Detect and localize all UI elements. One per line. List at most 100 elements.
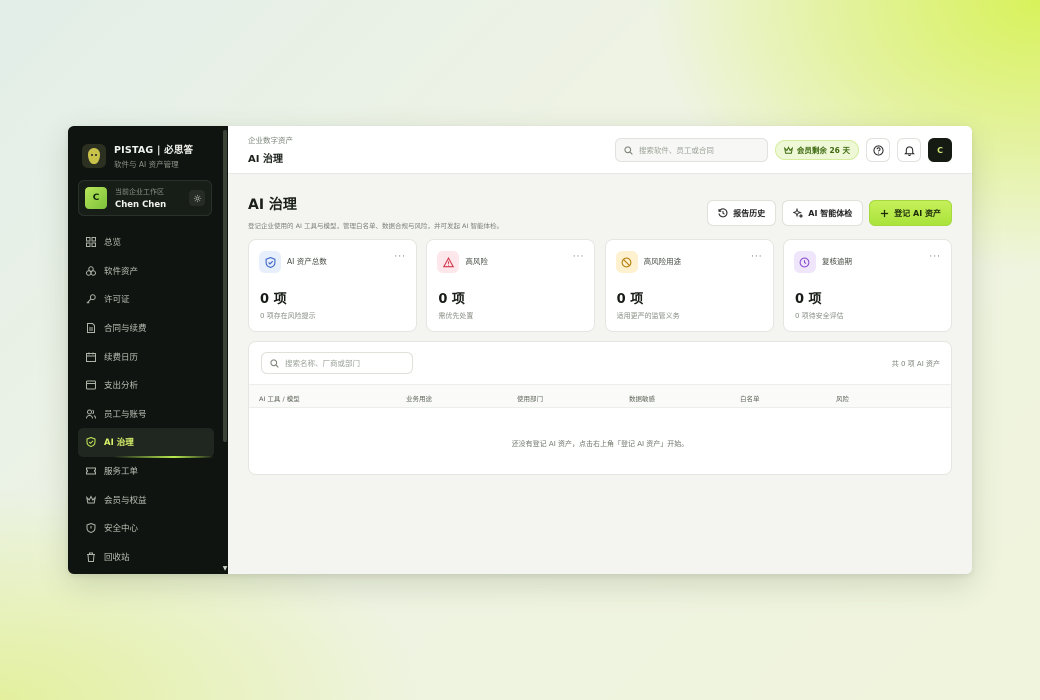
stat-card-value: 0 项	[794, 292, 822, 307]
page-actions: 报告历史 AI 智能体检 登记 AI 资产	[701, 200, 952, 226]
stat-card-label: 高风险用途	[643, 257, 682, 266]
stat-card-sub: 0 项待安全评估	[794, 312, 844, 320]
header-title: AI 治理	[248, 153, 283, 165]
ticket-icon	[86, 466, 96, 476]
global-search-input[interactable]: 搜索软件、员工或合同	[614, 138, 768, 162]
column-header-department[interactable]: 使用部门	[517, 393, 543, 403]
plus-icon	[880, 209, 889, 218]
stat-card-value: 0 项	[260, 292, 287, 307]
column-header-whitelist[interactable]: 白名单	[740, 393, 760, 403]
stat-card-label: 复核逾期	[821, 257, 852, 266]
sidebar-item-label: 许可证	[104, 295, 130, 306]
page-title: AI 治理	[248, 197, 297, 213]
sidebar-item-label: 支出分析	[104, 381, 139, 392]
sidebar-item-contracts[interactable]: 合同与续费	[68, 314, 228, 343]
ai-check-label: AI 智能体检	[808, 208, 853, 218]
sidebar-item-membership[interactable]: 会员与权益	[68, 485, 228, 514]
document-icon	[86, 323, 96, 334]
stat-card-sub: 0 项存在风险提示	[260, 312, 316, 320]
stat-card-value: 0 项	[616, 292, 644, 307]
key-icon	[86, 294, 96, 305]
sidebar-item-spend[interactable]: 支出分析	[68, 371, 228, 400]
sidebar-item-calendar[interactable]: 续费日历	[68, 342, 228, 371]
grid-icon	[86, 237, 96, 248]
sidebar-item-label: 员工与账号	[104, 409, 147, 420]
sidebar-item-trash[interactable]: 回收站	[68, 543, 228, 572]
table-count: 共 0 项 AI 资产	[891, 360, 940, 368]
help-button[interactable]	[866, 138, 890, 162]
sidebar-item-label: 软件资产	[104, 266, 139, 277]
stat-card-label: 高风险	[465, 257, 488, 266]
search-icon	[624, 145, 633, 155]
sidebar: PISTAG | 必思答 软件与 AI 资产管理 C 当前企业工作区 Chen …	[68, 126, 228, 574]
sidebar-item-licenses[interactable]: 许可证	[68, 285, 228, 314]
crown-icon	[86, 495, 96, 505]
sidebar-item-tickets[interactable]: 服务工单	[68, 457, 228, 486]
more-dots-icon[interactable]: ···	[929, 252, 941, 262]
stat-card-high-risk[interactable]: 高风险 ··· 0 项 需优先处置	[426, 239, 596, 332]
trash-icon	[86, 552, 96, 562]
ban-icon	[615, 251, 638, 273]
more-dots-icon[interactable]: ···	[573, 252, 585, 262]
stat-cards: AI 资产总数 ··· 0 项 0 项存在风险提示 高风险 ··· 0 项 需优…	[248, 239, 952, 332]
column-header-risk[interactable]: 风险	[836, 393, 849, 403]
sidebar-item-label: 回收站	[104, 552, 130, 563]
stat-card-total[interactable]: AI 资产总数 ··· 0 项 0 项存在风险提示	[248, 239, 417, 332]
page-description: 登记企业使用的 AI 工具与模型，管理白名单、数据合规与风险，并可发起 AI 智…	[248, 222, 503, 230]
brand-subtitle: 软件与 AI 资产管理	[114, 160, 179, 169]
shield-icon	[86, 523, 96, 534]
sidebar-item-overview[interactable]: 总览	[68, 228, 228, 257]
report-history-label: 报告历史	[733, 208, 766, 218]
sidebar-item-security[interactable]: 安全中心	[68, 514, 228, 543]
table-search-input[interactable]: 搜索名称、厂商或部门	[261, 352, 413, 374]
calendar-icon	[86, 352, 96, 362]
help-circle-icon	[872, 144, 884, 156]
search-icon	[270, 358, 279, 368]
more-dots-icon[interactable]: ···	[394, 252, 406, 262]
sidebar-item-ai-governance[interactable]: AI 治理	[78, 428, 214, 458]
workspace-switcher[interactable]: C 当前企业工作区 Chen Chen	[78, 180, 212, 216]
register-ai-asset-button[interactable]: 登记 AI 资产	[869, 200, 952, 226]
sidebar-nav: 总览 软件资产 许可证 合同与续费 续费日历 支出分析 员工与账号 AI 治理 …	[68, 228, 228, 571]
sidebar-item-label: 会员与权益	[104, 495, 147, 506]
user-avatar-button[interactable]: C	[928, 138, 952, 162]
cubes-icon	[86, 266, 96, 276]
membership-days: 会员剩余 26 天	[796, 145, 850, 155]
register-ai-asset-label: 登记 AI 资产	[894, 208, 941, 218]
table-header: AI 工具 / 模型 业务用途 使用部门 数据敏感 白名单 风险	[249, 384, 951, 408]
more-dots-icon[interactable]: ···	[751, 252, 763, 262]
membership-badge[interactable]: 会员剩余 26 天	[774, 140, 859, 160]
global-search-placeholder: 搜索软件、员工或合同	[638, 145, 714, 155]
workspace-avatar: C	[85, 187, 107, 209]
warning-icon	[437, 251, 460, 273]
sidebar-item-label: 服务工单	[104, 467, 139, 478]
history-icon	[718, 208, 728, 218]
shield-check-icon	[86, 437, 96, 448]
settings-gear-icon[interactable]	[189, 190, 205, 206]
topbar: 企业数字资产 AI 治理 搜索软件、员工或合同 会员剩余 26 天 C	[228, 126, 972, 174]
breadcrumb[interactable]: 企业数字资产	[248, 135, 293, 146]
sidebar-item-employees[interactable]: 员工与账号	[68, 400, 228, 429]
ai-check-button[interactable]: AI 智能体检	[782, 200, 864, 226]
page-header: AI 治理 登记企业使用的 AI 工具与模型，管理白名单、数据合规与风险，并可发…	[248, 194, 503, 230]
stat-card-review-overdue[interactable]: 复核逾期 ··· 0 项 0 项待安全评估	[782, 239, 952, 332]
column-header-tool[interactable]: AI 工具 / 模型	[259, 393, 300, 403]
stat-card-sub: 适用更严的监管义务	[616, 312, 680, 320]
report-history-button[interactable]: 报告历史	[707, 200, 777, 226]
users-icon	[86, 409, 96, 419]
shield-check-icon	[259, 251, 281, 273]
column-header-usage[interactable]: 业务用途	[406, 393, 432, 403]
crown-icon	[783, 145, 793, 155]
clock-icon	[793, 251, 816, 273]
stat-card-high-risk-usage[interactable]: 高风险用途 ··· 0 项 适用更严的监管义务	[604, 239, 774, 332]
workspace-name: Chen Chen	[115, 199, 167, 210]
sidebar-scrollbar[interactable]	[223, 130, 227, 442]
sidebar-item-label: AI 治理	[104, 438, 134, 449]
sidebar-item-software[interactable]: 软件资产	[68, 257, 228, 286]
sidebar-item-label: 安全中心	[104, 524, 139, 535]
column-header-data-sensitivity[interactable]: 数据敏感	[629, 393, 655, 403]
notifications-button[interactable]	[897, 138, 921, 162]
wallet-icon	[86, 380, 96, 390]
workspace-label: 当前企业工作区	[115, 187, 164, 196]
brand[interactable]: PISTAG | 必思答 软件与 AI 资产管理	[68, 126, 228, 172]
